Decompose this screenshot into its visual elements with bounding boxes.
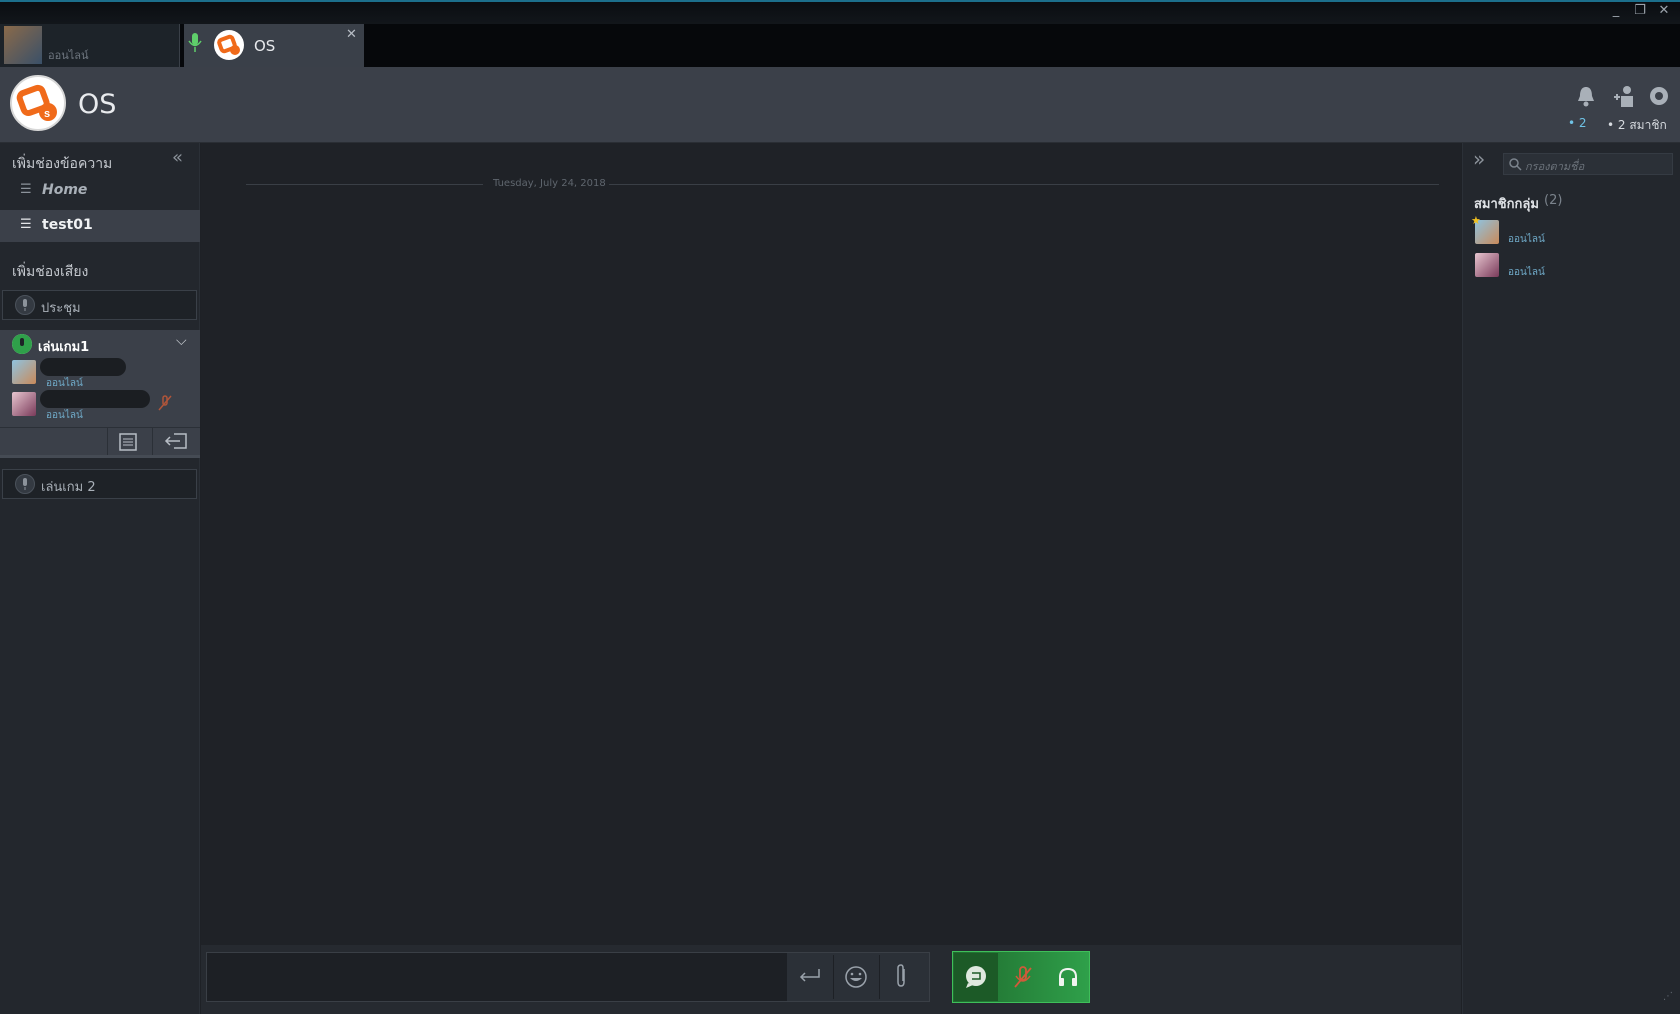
mic-icon [15, 474, 35, 494]
date-divider-line [246, 184, 483, 185]
mic-icon [15, 295, 35, 315]
emoji-icon[interactable] [844, 965, 868, 989]
mic-muted-icon [158, 395, 172, 411]
chat-bubble-icon [966, 966, 986, 988]
divider [0, 427, 200, 428]
avatar [4, 26, 42, 64]
mic-active-icon [12, 334, 32, 354]
tab-server-os[interactable]: OS ✕ [184, 24, 364, 67]
server-header: s OS • 2 • 2 สมาชิก [0, 67, 1680, 143]
server-title: OS [78, 89, 117, 120]
headphones-icon [1059, 967, 1077, 986]
member-search-input[interactable]: กรองตามชื่อ [1503, 153, 1673, 175]
divider [152, 428, 153, 455]
window-titlebar [0, 0, 1680, 24]
member-name-redacted [40, 390, 150, 408]
voice-chat-button[interactable] [954, 953, 998, 1001]
message-area: Tuesday, July 24, 2018 [201, 143, 1461, 945]
member-row[interactable]: ออนไลน์ [1463, 253, 1680, 285]
members-heading: สมาชิกกลุ่ม [1474, 197, 1539, 212]
svg-text:s: s [44, 108, 50, 120]
tab-user-status: ออนไลน์ [48, 49, 89, 62]
minimize-button[interactable]: _ [1608, 4, 1624, 18]
voice-channel-label: ประชุม [41, 301, 81, 316]
settings-gear-icon[interactable] [1648, 85, 1670, 107]
attachment-icon[interactable] [894, 963, 908, 989]
member-row[interactable]: ★ ออนไลน์ [1463, 214, 1680, 250]
close-tab-icon[interactable]: ✕ [346, 27, 357, 42]
avatar [12, 392, 36, 416]
member-count: • 2 สมาชิก [1607, 118, 1667, 132]
crown-icon: ★ [1471, 214, 1481, 227]
date-divider-line [609, 184, 1439, 185]
channel-list-icon: ☰ [20, 182, 32, 197]
chevron-down-icon[interactable]: ⌵ [176, 333, 187, 349]
tab-user-profile[interactable]: ออนไลน์ [0, 24, 180, 67]
member-name-redacted [40, 358, 126, 376]
search-placeholder: กรองตามชื่อ [1525, 160, 1585, 173]
voice-channel-active[interactable]: เล่นเกม1 ⌵ ออนไลน์ ออนไลน์ [0, 330, 200, 455]
resize-grip-icon[interactable]: ⋰ [1663, 991, 1673, 1002]
voice-channel-label: เล่นเกม1 [38, 340, 90, 355]
date-divider: Tuesday, July 24, 2018 [493, 178, 606, 189]
tab-server-name: OS [254, 37, 276, 55]
server-logo-icon: s [10, 75, 66, 131]
divider [833, 955, 834, 999]
restore-button[interactable]: ❐ [1632, 4, 1648, 18]
members-count: (2) [1544, 193, 1563, 208]
member-status: ออนไลน์ [46, 410, 83, 421]
notification-count: • 2 [1568, 116, 1587, 130]
text-channel-home[interactable]: ☰ Home [0, 175, 200, 207]
channel-label: test01 [42, 217, 93, 233]
channel-label: Home [42, 182, 88, 198]
channel-sidebar: เพิ่มช่องข้อความ « ☰ Home ☰ test01 เพิ่ม… [0, 143, 200, 1014]
collapse-panel-icon[interactable]: » [1473, 147, 1485, 171]
divider [879, 955, 880, 999]
collapse-sidebar-icon[interactable]: « [172, 147, 183, 168]
composer-bar [201, 945, 1461, 1014]
add-text-channel-heading[interactable]: เพิ่มช่องข้อความ [12, 153, 112, 175]
headphones-button[interactable] [1046, 953, 1090, 1001]
avatar [12, 360, 36, 384]
voice-channel-label: เล่นเกม 2 [41, 480, 96, 495]
add-member-icon[interactable] [1612, 85, 1636, 107]
avatar [1475, 253, 1499, 277]
divider [0, 455, 200, 458]
bell-icon[interactable] [1576, 85, 1596, 107]
mute-mic-button[interactable] [1000, 953, 1044, 1001]
voice-channel-game2[interactable]: เล่นเกม 2 [2, 469, 197, 499]
tab-bar: ออนไลน์ OS ✕ [0, 24, 1680, 67]
member-status: ออนไลน์ [1508, 234, 1545, 245]
mic-icon [188, 33, 202, 52]
member-status: ออนไลน์ [1508, 267, 1545, 278]
mic-muted-icon [1014, 966, 1032, 988]
send-enter-icon[interactable] [797, 967, 823, 985]
channel-list-icon: ☰ [20, 217, 32, 232]
leave-channel-icon[interactable] [164, 432, 188, 450]
voice-channel-meeting[interactable]: ประชุม [2, 290, 197, 320]
close-window-button[interactable]: ✕ [1656, 4, 1672, 18]
server-logo-icon [214, 30, 244, 60]
divider [107, 428, 108, 455]
members-panel: » กรองตามชื่อ สมาชิกกลุ่ม (2) ★ ออนไลน์ … [1462, 143, 1680, 1014]
text-channel-test01[interactable]: ☰ test01 [0, 210, 200, 242]
channel-notes-icon[interactable] [118, 431, 138, 451]
member-status: ออนไลน์ [46, 378, 83, 389]
add-voice-channel-heading[interactable]: เพิ่มช่องเสียง [12, 261, 88, 283]
search-icon [1509, 158, 1522, 171]
